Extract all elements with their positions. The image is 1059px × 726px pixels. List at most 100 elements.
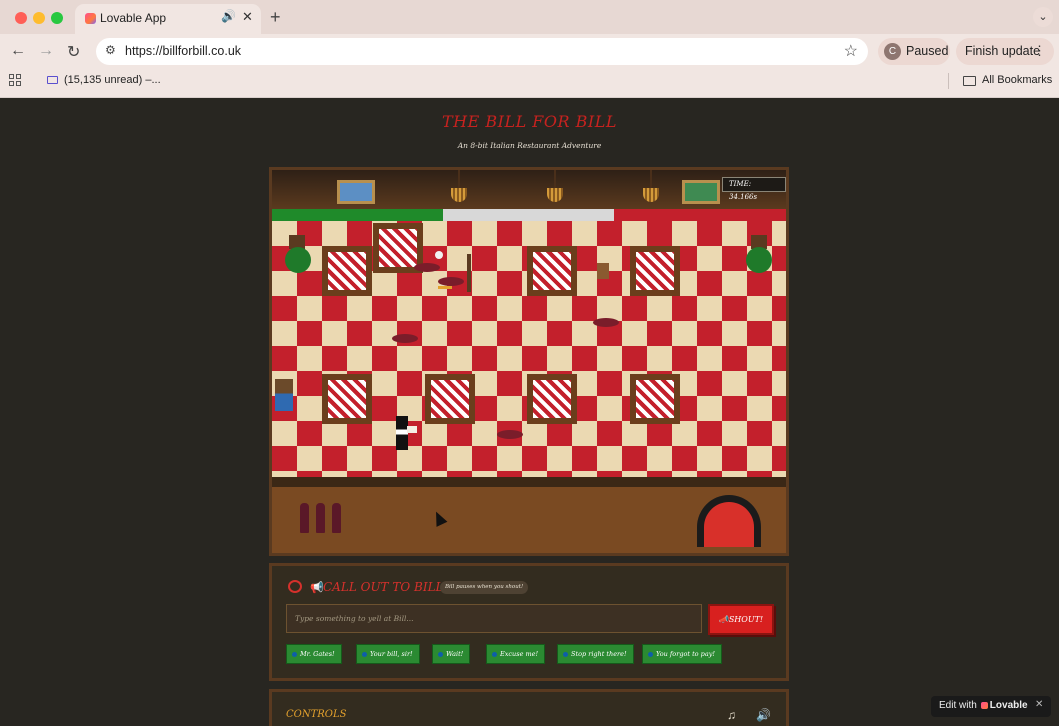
- checkered-floor: [272, 221, 786, 477]
- lovable-brand: Lovable: [989, 700, 1028, 711]
- coat-stand-icon: [467, 254, 471, 292]
- game-canvas[interactable]: TIME: 34.166s: [269, 167, 789, 556]
- pause-note-badge: Bill pauses when you shout!: [440, 581, 529, 594]
- customer-sprite-icon: [597, 263, 609, 279]
- wine-stain-icon: [497, 430, 523, 439]
- quick-phrase-button[interactable]: Stop right there!: [557, 644, 634, 664]
- wine-bottle-icon: [300, 503, 309, 533]
- close-tab-icon[interactable]: ✕: [242, 9, 253, 25]
- chef-sprite-icon: [435, 251, 443, 259]
- wall-painting-icon: [682, 180, 720, 204]
- quick-phrase-label: Your bill, sir!: [370, 650, 413, 658]
- all-bookmarks-link[interactable]: All Bookmarks: [982, 74, 1052, 86]
- gem-icon: [492, 651, 497, 657]
- game-title: THE BILL FOR BILL: [442, 112, 617, 131]
- lovable-badge-prefix: Edit with: [939, 700, 977, 711]
- address-bar[interactable]: ⚙ https://billforbill.co.uk ☆: [96, 38, 868, 65]
- potted-plant-icon: [746, 247, 772, 273]
- browser-chrome: Lovable App 🔊 ✕ + ⌄ ← → ↻ ⚙ https://bill…: [0, 0, 1059, 98]
- quick-phrase-button[interactable]: Your bill, sir!: [356, 644, 420, 664]
- dining-table: [527, 374, 577, 424]
- chevron-down-icon[interactable]: ⌄: [1033, 7, 1053, 27]
- window-minimize-button[interactable]: [33, 12, 45, 24]
- mail-icon: [47, 76, 58, 84]
- finish-update-label: Finish update: [965, 44, 1041, 58]
- chat-bubble-icon: [288, 580, 302, 593]
- bill-sprite-icon: [275, 379, 293, 411]
- kebab-menu-icon[interactable]: ⋮: [1033, 43, 1046, 59]
- potted-plant-icon: [285, 247, 311, 273]
- folder-icon: [963, 76, 976, 86]
- game-timer: TIME: 34.166s: [722, 177, 786, 201]
- quick-phrase-label: Wait!: [446, 650, 464, 658]
- wine-bottle-icon: [316, 503, 325, 533]
- reload-icon[interactable]: ↻: [67, 42, 80, 62]
- callout-title: CALL OUT TO BILL!: [323, 580, 449, 594]
- controls-title: CONTROLS: [286, 709, 347, 720]
- dining-table: [322, 246, 372, 296]
- dining-table: [425, 374, 475, 424]
- game-subtitle: An 8-bit Italian Restaurant Adventure: [457, 141, 602, 150]
- profile-status: Paused: [906, 44, 949, 58]
- restaurant-back-wall: TIME: 34.166s: [272, 170, 786, 209]
- gem-icon: [362, 651, 367, 657]
- bookmark-gmail[interactable]: (15,135 unread) –...: [64, 74, 161, 86]
- hanging-lamp-icon: [448, 170, 470, 204]
- speaker-icon[interactable]: 🔊: [756, 708, 771, 722]
- music-note-icon[interactable]: ♫: [727, 708, 736, 722]
- waiter-sprite-icon: [396, 416, 408, 450]
- hanging-lamp-icon: [640, 170, 662, 204]
- back-icon[interactable]: ←: [10, 42, 26, 60]
- quick-phrase-button[interactable]: Excuse me!: [486, 644, 546, 664]
- profile-button[interactable]: C Paused: [878, 38, 950, 65]
- wine-stain-icon: [593, 318, 619, 327]
- wine-stain-icon: [392, 334, 418, 343]
- wall-painting-icon: [337, 180, 375, 204]
- quick-phrase-button[interactable]: Mr. Gates!: [286, 644, 342, 664]
- tab-title: Lovable App: [100, 11, 167, 25]
- bill-note-icon: [407, 426, 417, 433]
- shout-input[interactable]: [286, 604, 702, 633]
- close-icon[interactable]: ✕: [1035, 699, 1043, 710]
- apps-grid-icon[interactable]: [9, 74, 22, 87]
- megaphone-icon: 📢: [310, 582, 324, 594]
- dining-table: [630, 374, 680, 424]
- lovable-logo-icon: [980, 701, 988, 709]
- controls-panel: CONTROLS ♫ 🔊: [269, 689, 789, 726]
- italian-flag-banner: [272, 209, 786, 221]
- gem-icon: [438, 651, 443, 657]
- page-content: THE BILL FOR BILL An 8-bit Italian Resta…: [0, 98, 1059, 726]
- window-close-button[interactable]: [15, 12, 27, 24]
- window-maximize-button[interactable]: [51, 12, 63, 24]
- site-info-icon[interactable]: ⚙: [105, 43, 116, 57]
- shout-button[interactable]: 📣SHOUT!: [708, 604, 774, 635]
- callout-panel: 📢 CALL OUT TO BILL! Bill pauses when you…: [269, 563, 789, 681]
- wine-bottle-icon: [332, 503, 341, 533]
- tab-lovable-app[interactable]: Lovable App 🔊 ✕: [75, 4, 261, 34]
- bread-loaf-icon: [438, 286, 452, 289]
- forward-icon[interactable]: →: [38, 42, 54, 60]
- quick-phrase-label: You forgot to pay!: [656, 650, 715, 658]
- wine-stain-icon: [414, 263, 440, 272]
- hanging-lamp-icon: [544, 170, 566, 204]
- url-text[interactable]: https://billforbill.co.uk: [125, 44, 241, 58]
- gem-icon: [292, 651, 297, 657]
- finish-update-button[interactable]: Finish update ⋮: [956, 38, 1054, 65]
- dining-table: [630, 246, 680, 296]
- avatar: C: [884, 43, 901, 60]
- bookmark-star-icon[interactable]: ☆: [844, 41, 858, 61]
- dining-table: [322, 374, 372, 424]
- quick-phrase-button[interactable]: You forgot to pay!: [642, 644, 722, 664]
- lovable-favicon-icon: [85, 13, 96, 24]
- gem-icon: [648, 651, 653, 657]
- speaker-icon[interactable]: 🔊: [221, 9, 236, 23]
- quick-phrase-label: Mr. Gates!: [300, 650, 335, 658]
- quick-phrase-label: Excuse me!: [500, 650, 539, 658]
- edit-with-lovable-badge[interactable]: Edit with Lovable ✕: [931, 696, 1051, 717]
- bookmark-divider: [948, 73, 949, 89]
- wine-stain-icon: [438, 277, 464, 286]
- dining-table: [527, 246, 577, 296]
- quick-phrase-button[interactable]: Wait!: [432, 644, 471, 664]
- gem-icon: [563, 651, 568, 657]
- new-tab-button[interactable]: +: [270, 7, 281, 28]
